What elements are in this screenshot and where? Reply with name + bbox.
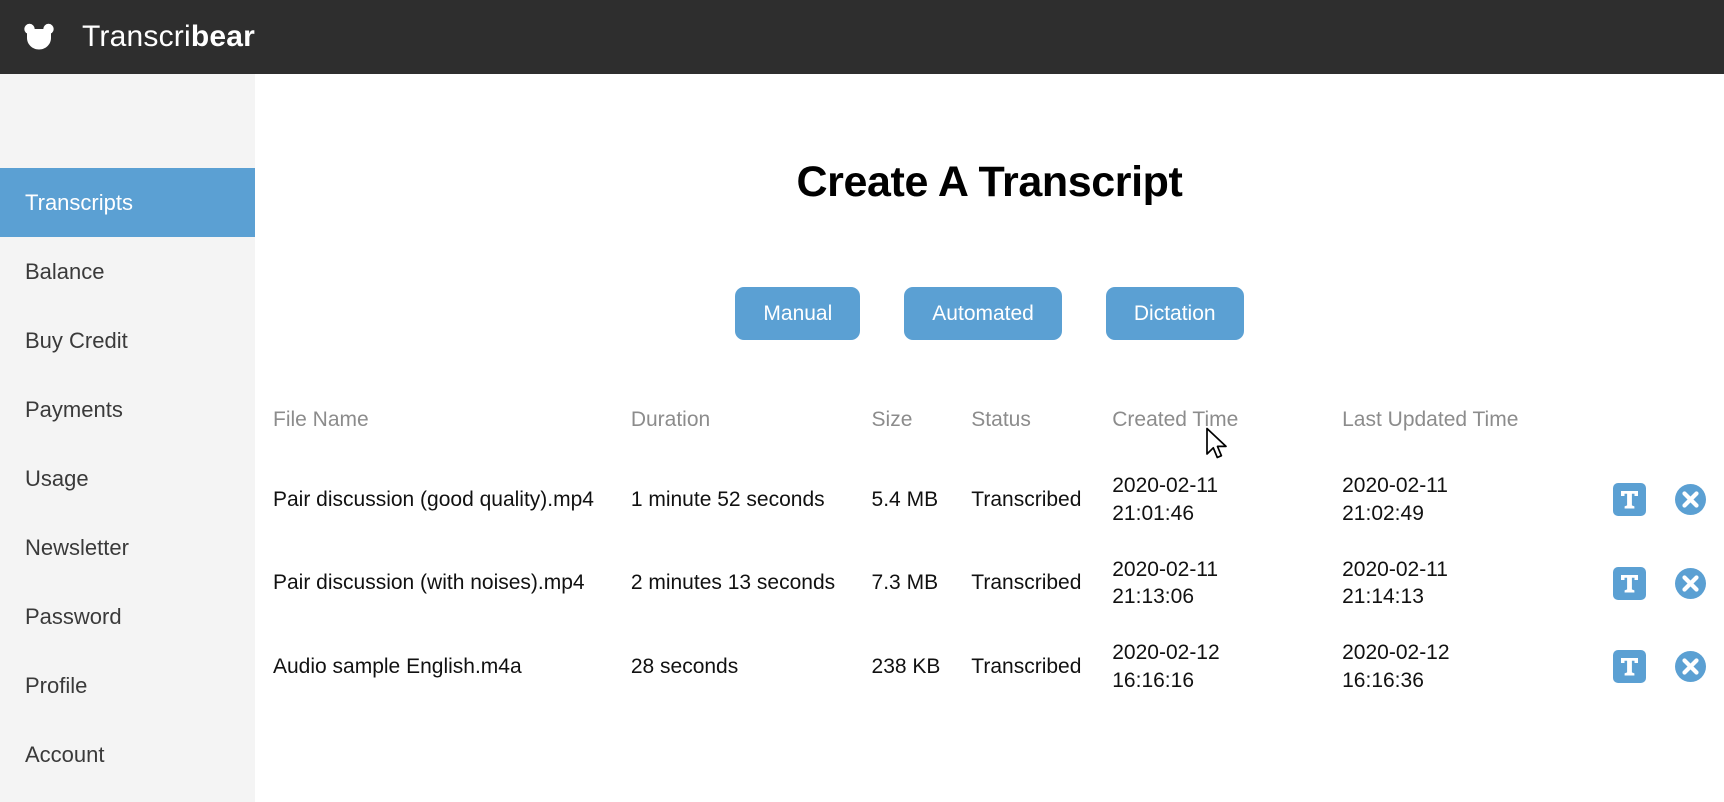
cell-size: 5.4 MB bbox=[871, 488, 939, 512]
delete-icon[interactable] bbox=[1674, 567, 1707, 600]
sidebar-item-label: Transcripts bbox=[25, 189, 133, 215]
dictation-mode-button[interactable]: Dictation bbox=[1105, 287, 1244, 341]
transcript-icon[interactable] bbox=[1613, 483, 1647, 517]
column-header-status: Status bbox=[971, 408, 1031, 432]
sidebar-item-label: Balance bbox=[25, 258, 105, 284]
table-row: Pair discussion (with noises).mp4 2 minu… bbox=[273, 542, 1713, 625]
main-content: Create A Transcript Manual Automated Dic… bbox=[255, 74, 1724, 802]
cell-created-time: 2020-02-12 16:16:16 bbox=[1112, 641, 1220, 692]
brand-suffix: bear bbox=[190, 20, 255, 53]
sidebar-item-account[interactable]: Account bbox=[0, 720, 255, 789]
cell-file-name: Audio sample English.m4a bbox=[273, 654, 522, 678]
cell-duration: 2 minutes 13 seconds bbox=[630, 571, 836, 595]
column-header-actions bbox=[1613, 408, 1713, 458]
row-actions bbox=[1613, 566, 1707, 600]
sidebar-item-label: Newsletter bbox=[25, 534, 129, 560]
cell-last-updated-time: 2020-02-11 21:14:13 bbox=[1342, 557, 1448, 609]
column-header-created-time: Created Time bbox=[1112, 408, 1239, 432]
sidebar-item-label: Profile bbox=[25, 672, 88, 698]
transcript-mode-button-group: Manual Automated Dictation bbox=[255, 287, 1724, 341]
sidebar-item-buy-credit[interactable]: Buy Credit bbox=[0, 306, 255, 375]
column-header-last-updated-time: Last Updated Time bbox=[1342, 408, 1519, 432]
cell-last-updated-time: 2020-02-11 21:02:49 bbox=[1342, 474, 1448, 525]
manual-mode-button[interactable]: Manual bbox=[735, 287, 861, 341]
cell-file-name: Pair discussion (good quality).mp4 bbox=[273, 488, 594, 512]
cell-created-time: 2020-02-11 21:01:46 bbox=[1112, 474, 1219, 525]
transcripts-table-wrapper: File Name Duration Size Status Created T… bbox=[255, 408, 1724, 708]
cell-size: 238 KB bbox=[871, 654, 941, 678]
sidebar-item-usage[interactable]: Usage bbox=[0, 444, 255, 513]
sidebar-nav: Transcripts Balance Buy Credit Payments … bbox=[0, 74, 255, 802]
transcript-icon[interactable] bbox=[1613, 650, 1647, 684]
sidebar-item-label: Buy Credit bbox=[25, 327, 128, 353]
column-header-size: Size bbox=[871, 408, 913, 432]
sidebar-item-newsletter[interactable]: Newsletter bbox=[0, 513, 255, 582]
sidebar-item-label: Password bbox=[25, 603, 122, 629]
automated-mode-button[interactable]: Automated bbox=[904, 287, 1062, 341]
sidebar-item-label: Payments bbox=[25, 396, 123, 422]
cell-last-updated-time: 2020-02-12 16:16:36 bbox=[1342, 641, 1450, 692]
brand-title: Transcribear bbox=[82, 20, 255, 54]
sidebar-item-balance[interactable]: Balance bbox=[0, 237, 255, 306]
table-header-row: File Name Duration Size Status Created T… bbox=[273, 408, 1713, 458]
table-body: Pair discussion (good quality).mp4 1 min… bbox=[273, 458, 1713, 708]
row-actions bbox=[1613, 483, 1707, 517]
sidebar-item-password[interactable]: Password bbox=[0, 582, 255, 651]
sidebar-item-profile[interactable]: Profile bbox=[0, 651, 255, 720]
cell-status: Transcribed bbox=[971, 654, 1082, 678]
sidebar-item-label: Usage bbox=[25, 465, 89, 491]
table-header: File Name Duration Size Status Created T… bbox=[273, 408, 1713, 458]
cell-created-time: 2020-02-11 21:13:06 bbox=[1112, 557, 1219, 609]
sidebar-item-label: Account bbox=[25, 741, 105, 767]
transcripts-table: File Name Duration Size Status Created T… bbox=[273, 408, 1713, 708]
cell-duration: 1 minute 52 seconds bbox=[630, 488, 825, 512]
brand-prefix: Transcri bbox=[82, 20, 191, 53]
cell-file-name: Pair discussion (with noises).mp4 bbox=[273, 571, 585, 595]
transcript-icon[interactable] bbox=[1613, 566, 1647, 600]
page-title: Create A Transcript bbox=[796, 158, 1183, 206]
app-root: Transcribear Transcripts Balance Buy Cre… bbox=[0, 0, 1724, 802]
cell-duration: 28 seconds bbox=[630, 654, 739, 678]
sidebar-item-payments[interactable]: Payments bbox=[0, 375, 255, 444]
cell-actions bbox=[1613, 542, 1713, 625]
cell-actions bbox=[1613, 625, 1713, 708]
bear-head-icon bbox=[24, 23, 54, 50]
row-actions bbox=[1613, 650, 1707, 684]
delete-icon[interactable] bbox=[1674, 650, 1707, 683]
column-header-duration: Duration bbox=[630, 408, 711, 432]
table-row: Audio sample English.m4a 28 seconds 238 … bbox=[273, 625, 1713, 708]
cell-actions bbox=[1613, 458, 1713, 541]
top-header-bar: Transcribear bbox=[0, 0, 1724, 74]
column-header-file-name: File Name bbox=[273, 408, 369, 432]
table-row: Pair discussion (good quality).mp4 1 min… bbox=[273, 458, 1713, 541]
sidebar-item-transcripts[interactable]: Transcripts bbox=[0, 168, 255, 237]
cell-size: 7.3 MB bbox=[871, 571, 939, 595]
cell-status: Transcribed bbox=[971, 571, 1082, 595]
cell-status: Transcribed bbox=[971, 488, 1082, 512]
delete-icon[interactable] bbox=[1674, 483, 1707, 516]
